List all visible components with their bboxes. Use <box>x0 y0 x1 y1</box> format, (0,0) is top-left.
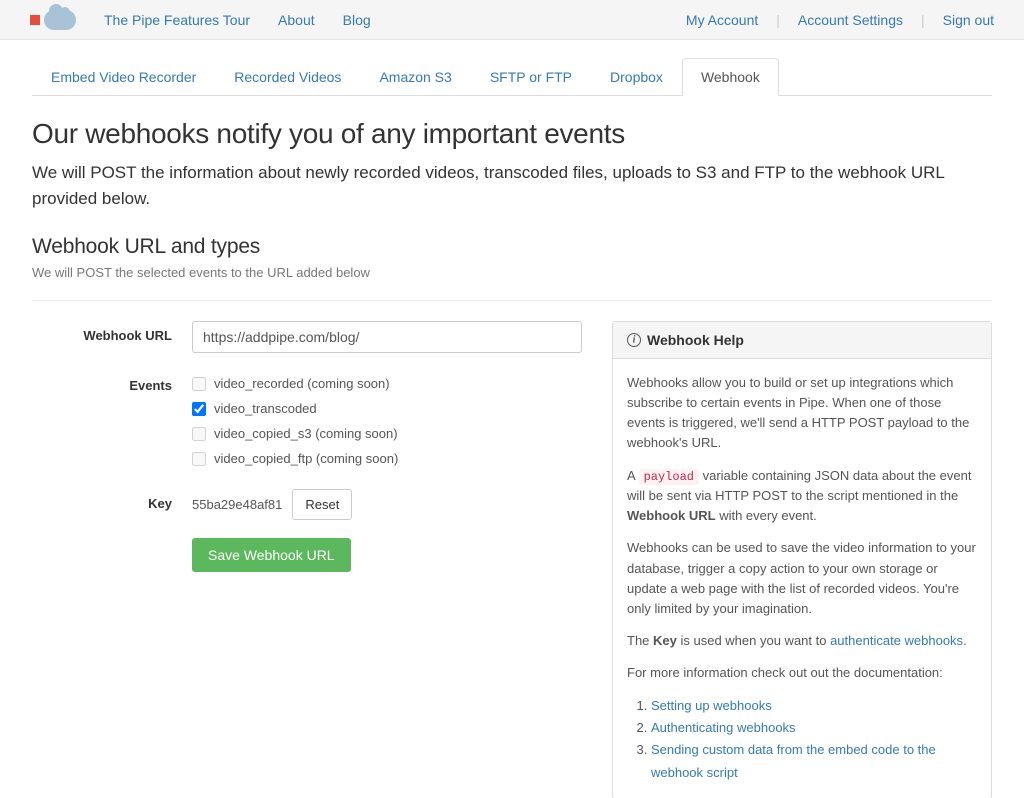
page-title: Our webhooks notify you of any important… <box>32 118 992 150</box>
label-events: Events <box>32 371 192 471</box>
key-value: 55ba29e48af81 <box>192 497 282 512</box>
help-text-2: A payload variable containing JSON data … <box>627 466 977 527</box>
save-webhook-button[interactable]: Save Webhook URL <box>192 538 351 572</box>
section-title: Webhook URL and types <box>32 235 992 259</box>
help-panel: Webhook Help Webhooks allow you to build… <box>612 321 992 798</box>
doc-link-item: Setting up webhooks <box>651 695 977 717</box>
code-payload: payload <box>639 469 699 485</box>
event-item: video_copied_ftp (coming soon) <box>192 446 582 471</box>
doc-link-item: Sending custom data from the embed code … <box>651 739 977 783</box>
help-doc-links: Setting up webhooks Authenticating webhoo… <box>627 695 977 783</box>
logo[interactable] <box>30 10 76 30</box>
help-text-3: Webhooks can be used to save the video i… <box>627 538 977 619</box>
event-item: video_copied_s3 (coming soon) <box>192 421 582 446</box>
doc-link[interactable]: Authenticating webhooks <box>651 720 796 735</box>
doc-link-item: Authenticating webhooks <box>651 717 977 739</box>
section-subtitle: We will POST the selected events to the … <box>32 265 992 280</box>
doc-link[interactable]: Setting up webhooks <box>651 698 772 713</box>
label-webhook-url: Webhook URL <box>32 321 192 353</box>
nav-about[interactable]: About <box>278 12 315 28</box>
label-key: Key <box>32 489 192 520</box>
event-label: video_recorded (coming soon) <box>214 376 390 391</box>
event-checkbox <box>192 427 206 441</box>
tab-recorded-videos[interactable]: Recorded Videos <box>215 58 360 96</box>
doc-link[interactable]: Sending custom data from the embed code … <box>651 742 936 779</box>
tab-webhook[interactable]: Webhook <box>682 58 779 96</box>
event-label: video_transcoded <box>214 401 317 416</box>
logo-flag-icon <box>30 15 40 25</box>
help-text-1: Webhooks allow you to build or set up in… <box>627 373 977 454</box>
event-checkbox[interactable] <box>192 402 206 416</box>
event-checkbox <box>192 377 206 391</box>
event-item: video_recorded (coming soon) <box>192 371 582 396</box>
webhook-url-input[interactable] <box>192 321 582 353</box>
info-icon <box>627 333 641 347</box>
nav-account-settings[interactable]: Account Settings <box>798 12 903 28</box>
nav-sign-out[interactable]: Sign out <box>943 12 994 28</box>
tab-dropbox[interactable]: Dropbox <box>591 58 682 96</box>
link-authenticate-webhooks[interactable]: authenticate webhooks <box>830 633 963 648</box>
help-panel-heading: Webhook Help <box>613 322 991 359</box>
help-panel-title: Webhook Help <box>647 332 744 348</box>
help-text-4: The Key is used when you want to authent… <box>627 631 977 651</box>
separator: | <box>921 12 925 28</box>
strong-webhook-url: Webhook URL <box>627 508 716 523</box>
event-label: video_copied_ftp (coming soon) <box>214 451 398 466</box>
nav-features-tour[interactable]: The Pipe Features Tour <box>104 12 250 28</box>
nav-my-account[interactable]: My Account <box>686 12 758 28</box>
separator: | <box>776 12 780 28</box>
help-text-5: For more information check out out the d… <box>627 663 977 683</box>
tab-embed-video-recorder[interactable]: Embed Video Recorder <box>32 58 215 96</box>
topbar: The Pipe Features Tour About Blog My Acc… <box>0 0 1024 40</box>
strong-key: Key <box>653 633 677 648</box>
tabs: Embed Video RecorderRecorded VideosAmazo… <box>32 58 992 96</box>
event-label: video_copied_s3 (coming soon) <box>214 426 398 441</box>
tab-amazon-s3[interactable]: Amazon S3 <box>360 58 470 96</box>
lead-text: We will POST the information about newly… <box>32 160 992 211</box>
logo-cloud-icon <box>44 10 76 30</box>
event-item[interactable]: video_transcoded <box>192 396 582 421</box>
divider <box>32 300 992 301</box>
tab-sftp-or-ftp[interactable]: SFTP or FTP <box>471 58 591 96</box>
event-checkbox <box>192 452 206 466</box>
reset-button[interactable]: Reset <box>292 489 352 520</box>
nav-blog[interactable]: Blog <box>343 12 371 28</box>
